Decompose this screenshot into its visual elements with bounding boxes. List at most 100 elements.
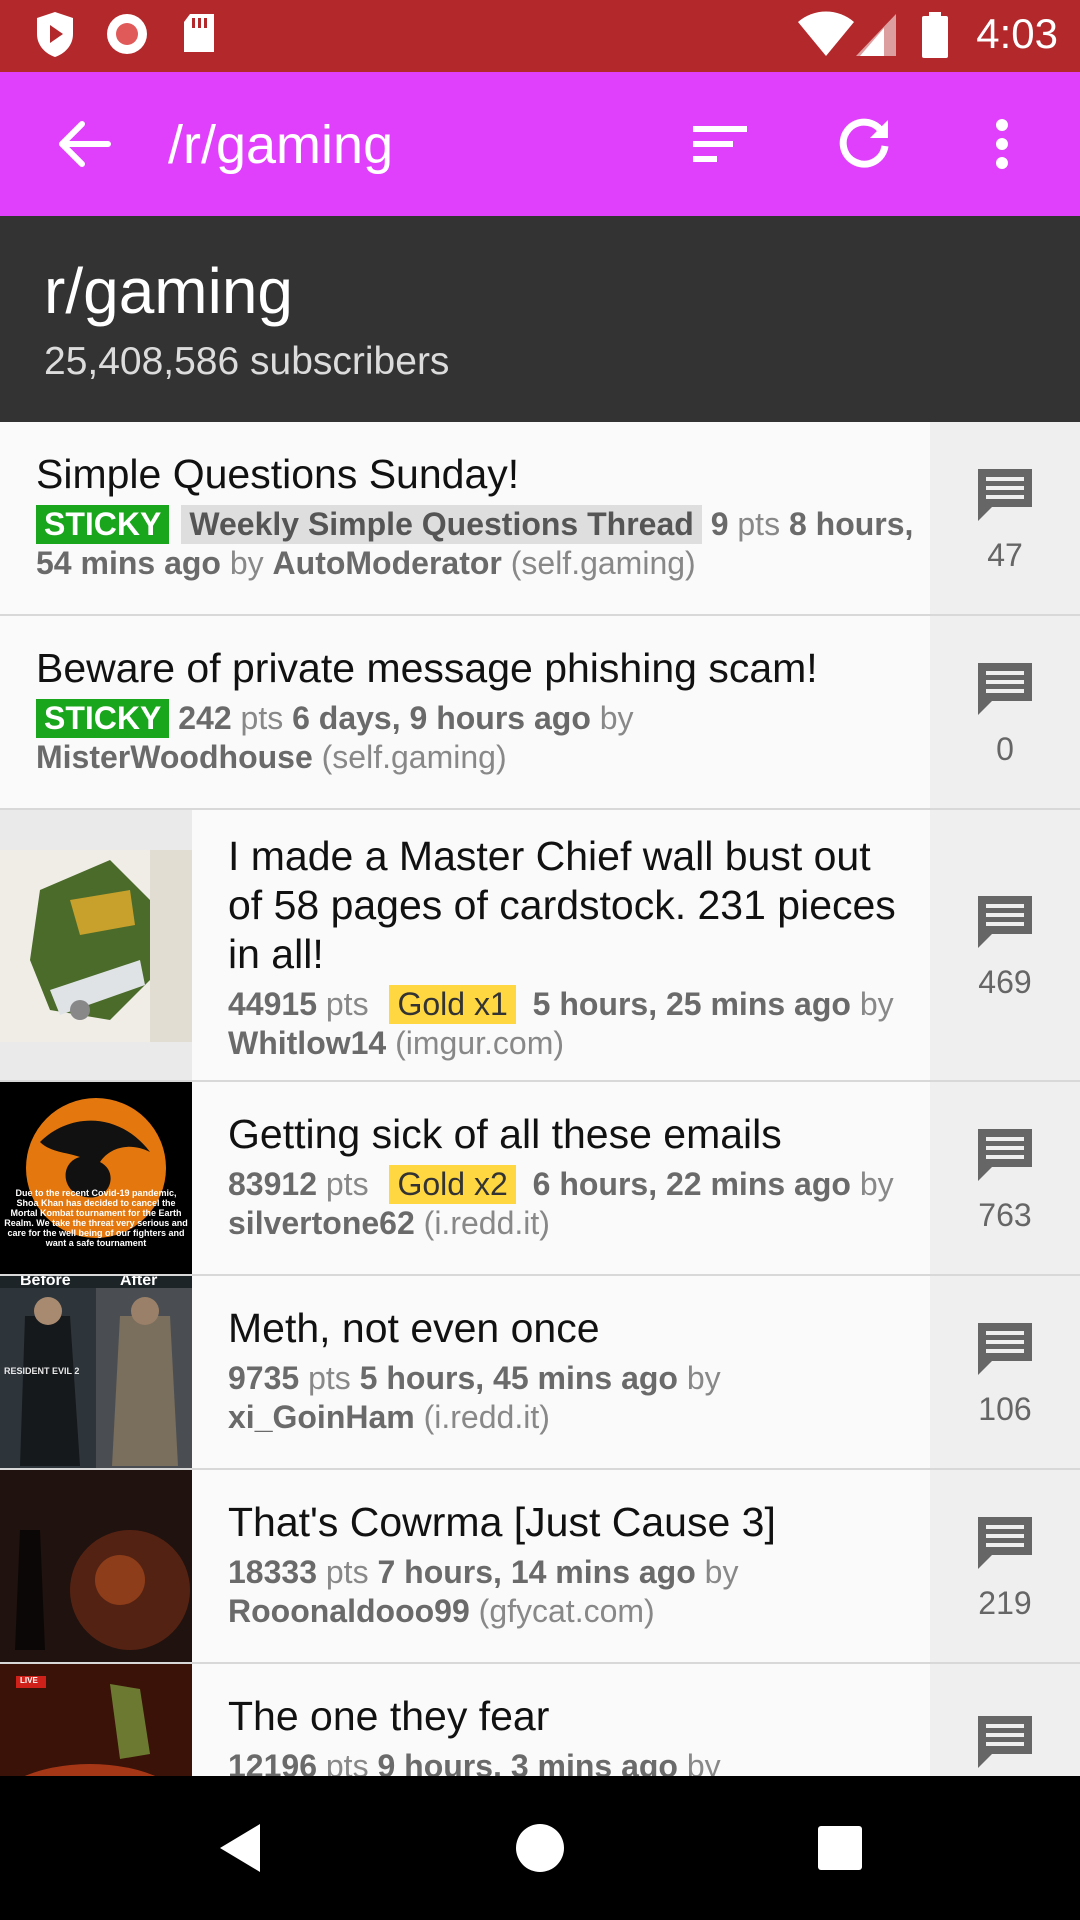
- post-domain: (self.gaming): [510, 545, 696, 581]
- home-circle-icon[interactable]: [504, 1812, 576, 1884]
- wifi-icon: [796, 10, 856, 63]
- post-meta: 9735 pts 5 hours, 45 mins ago by xi_Goin…: [228, 1359, 908, 1437]
- comment-count: 219: [978, 1584, 1032, 1621]
- subreddit-header: r/gaming 25,408,586 subscribers: [0, 216, 1080, 422]
- post-domain: (imgur.com): [395, 1025, 565, 1061]
- post-meta: 83912 pts Gold x2 6 hours, 22 mins ago b…: [228, 1165, 908, 1243]
- by-label: by: [599, 700, 634, 736]
- comment-count: 0: [996, 730, 1014, 767]
- navigation-bar: [0, 1776, 1080, 1920]
- comment-icon: [978, 895, 1032, 948]
- comment-count: 106: [978, 1390, 1032, 1427]
- comment-icon: [978, 1322, 1032, 1375]
- back-triangle-icon[interactable]: [204, 1812, 276, 1884]
- thumbnail-caption: Due to the recent Covid-19 pandemic, Sho…: [4, 1188, 188, 1248]
- post-title: Getting sick of all these emails: [228, 1111, 782, 1157]
- subscriber-count: 25,408,586 subscribers: [44, 340, 450, 383]
- post-thumbnail[interactable]: Before After RESIDENT EVIL 2: [0, 1276, 192, 1468]
- by-label: by: [704, 1554, 739, 1590]
- thumbnail-after-label: After: [120, 1276, 158, 1289]
- by-label: by: [229, 545, 264, 581]
- post-points: 242: [178, 700, 232, 736]
- pts-label: pts: [325, 1554, 369, 1590]
- post-time: 5 hours, 45 mins ago: [359, 1360, 678, 1396]
- flair-badge: Weekly Simple Questions Thread: [181, 505, 702, 544]
- post-author[interactable]: xi_GoinHam: [228, 1399, 415, 1435]
- app-title: /r/gaming: [168, 115, 394, 175]
- post-thumbnail[interactable]: [0, 810, 192, 1080]
- post-thumbnail[interactable]: [0, 1470, 192, 1662]
- post-meta: 18333 pts 7 hours, 14 mins ago by Rooona…: [228, 1553, 908, 1631]
- post-thumbnail[interactable]: Due to the recent Covid-19 pandemic, Sho…: [0, 1082, 192, 1274]
- gold-badge: Gold x2: [389, 1165, 516, 1204]
- post-author[interactable]: silvertone62: [228, 1205, 415, 1241]
- post-author[interactable]: MisterWoodhouse: [36, 739, 313, 775]
- comment-count: 763: [978, 1196, 1032, 1233]
- by-label: by: [859, 1166, 894, 1202]
- post-item[interactable]: Simple Questions Sunday! STICKY Weekly Si…: [0, 422, 1080, 616]
- signal-icon: [854, 10, 898, 63]
- post-title: I made a Master Chief wall bust out of 5…: [228, 833, 896, 977]
- comment-icon: [978, 1516, 1032, 1569]
- comment-icon: [978, 662, 1032, 715]
- post-points: 18333: [228, 1554, 317, 1590]
- sort-icon[interactable]: [684, 108, 756, 180]
- comment-count: 47: [987, 536, 1023, 573]
- comment-count: 469: [978, 963, 1032, 1000]
- refresh-icon[interactable]: [828, 108, 900, 180]
- post-domain: (i.redd.it): [423, 1399, 550, 1435]
- post-title: The one they fear: [228, 1693, 550, 1739]
- post-points: 9735: [228, 1360, 300, 1396]
- post-author[interactable]: Whitlow14: [228, 1025, 386, 1061]
- post-item[interactable]: That's Cowrma [Just Cause 3] 18333 pts 7…: [0, 1470, 1080, 1664]
- post-time: 7 hours, 14 mins ago: [377, 1554, 696, 1590]
- comments-button[interactable]: 47: [930, 422, 1080, 614]
- pts-label: pts: [325, 1166, 369, 1202]
- post-list[interactable]: Simple Questions Sunday! STICKY Weekly Si…: [0, 422, 1080, 1858]
- battery-icon: [920, 10, 950, 65]
- thumbnail-logo: RESIDENT EVIL 2: [4, 1366, 80, 1376]
- pts-label: pts: [240, 700, 284, 736]
- post-time: 6 hours, 22 mins ago: [532, 1166, 851, 1202]
- comment-icon: [978, 1128, 1032, 1181]
- post-time: 5 hours, 25 mins ago: [532, 986, 851, 1022]
- post-meta: STICKY Weekly Simple Questions Thread 9 p…: [36, 505, 916, 583]
- post-points: 9: [710, 506, 729, 542]
- post-item[interactable]: Before After RESIDENT EVIL 2 Meth, not e…: [0, 1276, 1080, 1470]
- by-label: by: [686, 1360, 721, 1396]
- more-vert-icon[interactable]: [966, 108, 1038, 180]
- post-author[interactable]: AutoModerator: [273, 545, 502, 581]
- comments-button[interactable]: 106: [930, 1276, 1080, 1468]
- app-bar: /r/gaming: [0, 72, 1080, 216]
- status-time: 4:03: [976, 10, 1058, 57]
- post-item[interactable]: I made a Master Chief wall bust out of 5…: [0, 810, 1080, 1082]
- gold-badge: Gold x1: [389, 985, 516, 1024]
- post-meta: STICKY 242 pts 6 days, 9 hours ago by Mi…: [36, 699, 916, 777]
- post-meta: 44915 pts Gold x1 5 hours, 25 mins ago b…: [228, 985, 898, 1063]
- pts-label: pts: [737, 506, 781, 542]
- pts-label: pts: [308, 1360, 351, 1396]
- back-arrow-icon[interactable]: [48, 108, 120, 180]
- post-title: Beware of private message phishing scam!: [36, 645, 818, 691]
- post-author[interactable]: Rooonaldooo99: [228, 1593, 470, 1629]
- comments-button[interactable]: 469: [930, 810, 1080, 1080]
- post-domain: (self.gaming): [321, 739, 507, 775]
- comments-button[interactable]: 0: [930, 616, 1080, 808]
- recents-square-icon[interactable]: [804, 1812, 876, 1884]
- live-label: LIVE: [20, 1676, 38, 1685]
- comments-button[interactable]: 219: [930, 1470, 1080, 1662]
- sticky-badge: STICKY: [36, 505, 170, 544]
- comments-button[interactable]: 763: [930, 1082, 1080, 1274]
- post-title: Simple Questions Sunday!: [36, 451, 520, 497]
- post-item[interactable]: Beware of private message phishing scam!…: [0, 616, 1080, 810]
- record-icon: [104, 10, 150, 61]
- post-domain: (i.redd.it): [423, 1205, 550, 1241]
- sd-card-icon: [180, 10, 218, 61]
- post-domain: (gfycat.com): [478, 1593, 655, 1629]
- post-title: That's Cowrma [Just Cause 3]: [228, 1499, 776, 1545]
- post-item[interactable]: Due to the recent Covid-19 pandemic, Sho…: [0, 1082, 1080, 1276]
- pts-label: pts: [325, 986, 369, 1022]
- by-label: by: [859, 986, 894, 1022]
- post-points: 44915: [228, 986, 317, 1022]
- status-bar: 4:03: [0, 0, 1080, 72]
